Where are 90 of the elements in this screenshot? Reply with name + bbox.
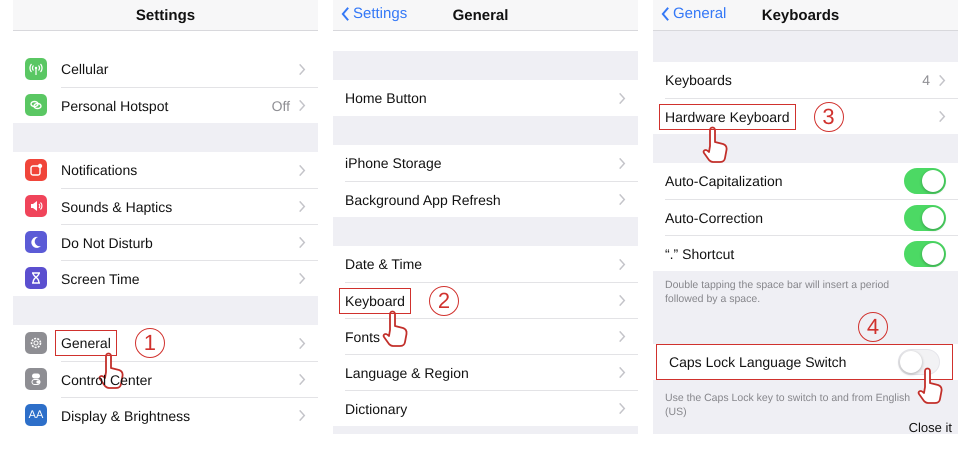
row-label: Personal Hotspot	[61, 98, 168, 114]
row-label: Cellular	[61, 61, 108, 77]
screen-title: Settings	[136, 6, 196, 24]
toggle-switch[interactable]	[904, 240, 946, 266]
chevron-right-icon	[618, 294, 626, 307]
toggle-switches-icon	[29, 372, 43, 386]
settings-row[interactable]: Background App Refresh	[333, 181, 638, 217]
row-label: Background App Refresh	[345, 192, 501, 208]
chevron-right-icon	[618, 92, 626, 104]
row-label: Date & Time	[345, 256, 422, 272]
row-label: Language & Region	[345, 364, 469, 380]
chevron-right-icon	[298, 272, 306, 285]
chevron-right-icon	[298, 164, 306, 176]
footer-note: Double tapping the space bar will insert a period followed by a space.	[664, 278, 890, 307]
chevron-right-icon	[618, 258, 626, 270]
chevron-right-icon	[298, 236, 306, 249]
settings-row[interactable]: Language & Region	[333, 354, 638, 390]
step-number: 4	[858, 312, 888, 342]
settings-row[interactable]: Dictionary	[333, 390, 638, 426]
row-label: Sounds & Haptics	[61, 198, 172, 214]
speaker-icon	[29, 199, 43, 213]
settings-row[interactable]: “.” Shortcut	[653, 235, 958, 271]
settings-row[interactable]: Home Button	[333, 80, 638, 116]
step-number: 2	[428, 286, 459, 316]
settings-row[interactable]: Screen Time	[13, 260, 318, 296]
chevron-right-icon	[298, 336, 306, 350]
back-button[interactable]: Settings	[339, 3, 410, 24]
footer-note: Use the Caps Lock key to switch to and from English (US)	[664, 391, 912, 420]
row-label: Notifications	[61, 162, 138, 178]
row-label: Caps Lock Language Switch	[669, 354, 846, 370]
settings-row[interactable]: Personal Hotspot Off	[13, 87, 318, 123]
chain-link-icon	[29, 98, 43, 112]
row-label: Keyboard	[339, 288, 411, 314]
row-label: “.” Shortcut	[665, 246, 734, 262]
row-label: Hardware Keyboard	[659, 104, 796, 130]
row-label: Dictionary	[345, 400, 408, 416]
row-label: Auto-Capitalization	[665, 173, 783, 189]
settings-row[interactable]: iPhone Storage	[333, 145, 638, 181]
gear-icon	[29, 336, 43, 350]
settings-row[interactable]: Auto-Correction	[653, 199, 958, 235]
row-label: iPhone Storage	[345, 155, 442, 171]
text-size-icon: AA	[28, 409, 44, 421]
settings-row[interactable]: Fonts	[333, 318, 638, 354]
chevron-right-icon	[618, 156, 626, 170]
row-label: Do Not Disturb	[61, 234, 153, 250]
row-label: General	[55, 330, 117, 356]
settings-row[interactable]: Keyboard 2	[333, 282, 638, 318]
chevron-right-icon	[618, 330, 626, 343]
notification-icon	[29, 163, 43, 177]
chevron-right-icon	[298, 409, 306, 422]
row-label: Keyboards	[665, 72, 732, 88]
settings-row[interactable]: Hardware Keyboard 3	[653, 98, 958, 134]
screen-title: General	[452, 6, 508, 24]
row-label: Home Button	[345, 90, 427, 106]
settings-row[interactable]: AA Display & Brightness	[13, 397, 318, 433]
row-value: 4	[922, 72, 930, 88]
row-label: Auto-Correction	[665, 210, 764, 226]
toggle-switch[interactable]	[904, 204, 946, 230]
chevron-right-icon	[298, 62, 306, 76]
antenna-icon	[29, 62, 43, 76]
settings-row[interactable]: Do Not Disturb	[13, 224, 318, 260]
settings-row[interactable]: Date & Time	[333, 246, 638, 282]
toggle-switch[interactable]	[904, 168, 946, 194]
row-label: Fonts	[345, 328, 380, 344]
step-number: 3	[814, 102, 844, 132]
hand-pointer-icon	[381, 310, 409, 348]
chevron-right-icon	[298, 99, 306, 112]
back-chevron-icon	[661, 6, 670, 22]
chevron-right-icon	[298, 373, 306, 386]
instruction-text: Close it	[908, 420, 952, 434]
settings-row[interactable]: Cellular	[13, 51, 318, 87]
step-number: 1	[134, 328, 165, 358]
settings-row[interactable]: Keyboards 4	[653, 62, 958, 98]
settings-row[interactable]: Notifications	[13, 152, 318, 188]
settings-row[interactable]: Auto-Capitalization	[653, 163, 958, 199]
chevron-right-icon	[298, 200, 306, 213]
chevron-right-icon	[618, 193, 626, 206]
screen-title: Keyboards	[762, 6, 840, 24]
chevron-right-icon	[618, 366, 626, 379]
chevron-right-icon	[938, 74, 946, 86]
row-label: Screen Time	[61, 270, 140, 286]
chevron-right-icon	[618, 402, 626, 415]
back-button[interactable]: General	[659, 3, 728, 24]
hourglass-icon	[29, 271, 43, 285]
row-value: Off	[272, 98, 290, 114]
back-chevron-icon	[341, 6, 350, 22]
chevron-right-icon	[938, 110, 946, 123]
settings-row[interactable]: Sounds & Haptics	[13, 188, 318, 224]
row-label: Display & Brightness	[61, 408, 190, 424]
moon-icon	[29, 235, 43, 249]
